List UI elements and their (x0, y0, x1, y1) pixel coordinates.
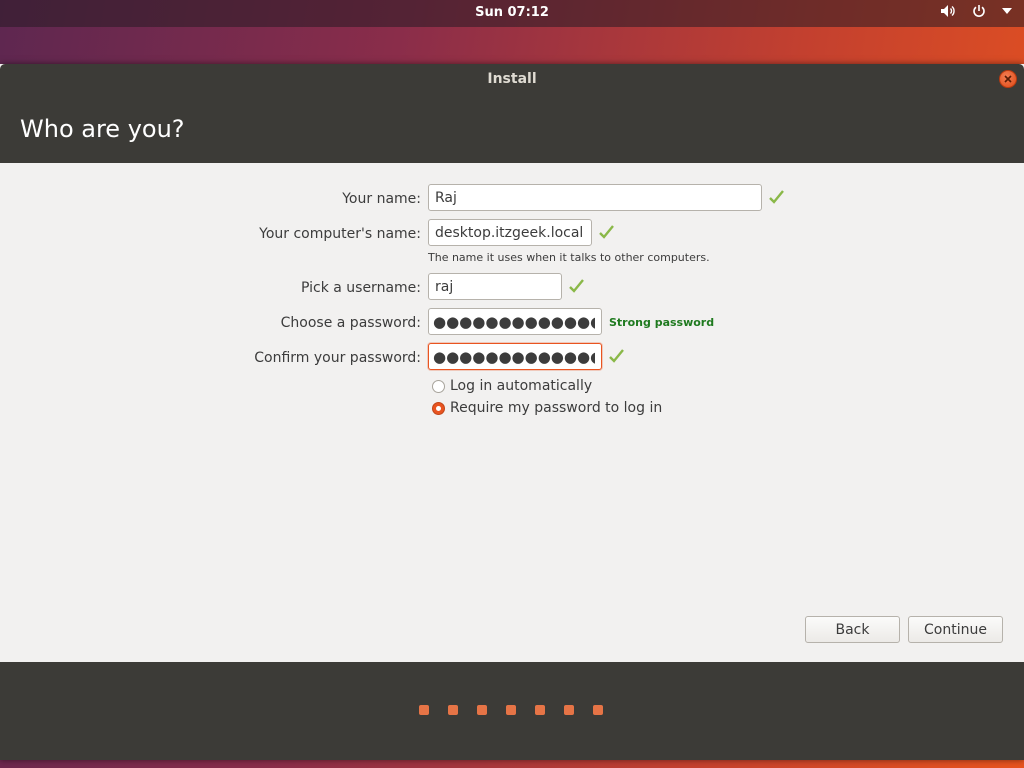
confirm-password-label: Confirm your password: (254, 350, 421, 366)
user-form: Your name: Your computer's name: The nam… (0, 163, 1024, 662)
password-strength: Strong password (609, 316, 715, 329)
login-auto-label[interactable]: Log in automatically (450, 378, 592, 394)
back-button[interactable]: Back (805, 616, 900, 643)
check-icon (599, 225, 614, 239)
computer-name-label: Your computer's name: (259, 226, 421, 242)
password-label: Choose a password: (280, 315, 421, 331)
close-icon (1004, 75, 1012, 83)
computer-name-row: Your computer's name: (0, 219, 1024, 249)
progress-dot (506, 705, 516, 715)
require-password-label[interactable]: Require my password to log in (450, 400, 662, 416)
username-row: Pick a username: (0, 273, 1024, 303)
page-header: Who are you? (0, 94, 1024, 163)
password-row: Choose a password: Strong password (0, 308, 1024, 338)
system-tray[interactable] (940, 4, 1012, 18)
require-password-radio[interactable] (432, 401, 445, 415)
progress-dot (419, 705, 429, 715)
require-password-option[interactable]: Require my password to log in (432, 398, 662, 418)
progress-footer (0, 662, 1024, 760)
progress-dot (477, 705, 487, 715)
progress-dot (535, 705, 545, 715)
check-icon (569, 279, 584, 293)
window-titlebar[interactable]: Install (0, 64, 1024, 94)
confirm-password-row: Confirm your password: (0, 343, 1024, 373)
progress-dot (564, 705, 574, 715)
computer-name-input[interactable] (428, 219, 592, 246)
your-name-row: Your name: (0, 184, 1024, 214)
login-auto-option[interactable]: Log in automatically (432, 376, 592, 396)
page-title: Who are you? (20, 115, 185, 143)
volume-icon[interactable] (940, 4, 956, 18)
confirm-password-input[interactable] (428, 343, 602, 370)
top-panel: Sun 07:12 (0, 0, 1024, 27)
close-button[interactable] (999, 70, 1017, 88)
menu-arrow-icon[interactable] (1002, 8, 1012, 14)
username-label: Pick a username: (300, 280, 421, 296)
power-icon[interactable] (972, 4, 986, 18)
continue-button[interactable]: Continue (908, 616, 1003, 643)
login-auto-radio[interactable] (432, 379, 445, 393)
password-input[interactable] (428, 308, 602, 335)
your-name-label: Your name: (342, 191, 421, 207)
window-title: Install (487, 71, 537, 87)
check-icon (609, 349, 624, 363)
check-icon (769, 190, 784, 204)
installer-window: Install Who are you? Your name: Your com… (0, 64, 1024, 760)
progress-dots (419, 705, 603, 715)
clock[interactable]: Sun 07:12 (0, 5, 1024, 20)
your-name-input[interactable] (428, 184, 762, 211)
username-input[interactable] (428, 273, 562, 300)
progress-dot (448, 705, 458, 715)
computer-name-hint: The name it uses when it talks to other … (428, 251, 710, 264)
progress-dot (593, 705, 603, 715)
